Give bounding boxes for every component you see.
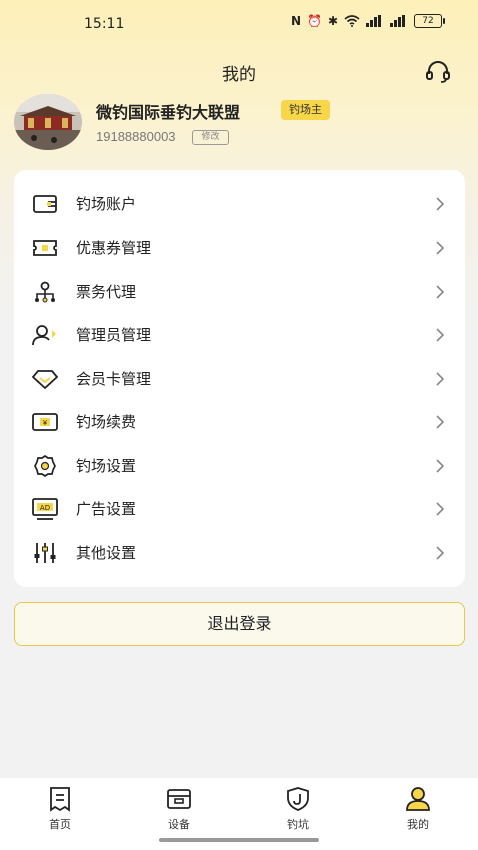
- menu-item-membership[interactable]: 会员卡管理: [14, 357, 465, 400]
- chevron-right-icon: [436, 501, 445, 516]
- profile-name: 微钓国际垂钓大联盟: [96, 103, 241, 122]
- profile-icon: [406, 787, 430, 811]
- avatar[interactable]: [14, 94, 82, 150]
- status-icons: N ⏰ ✱ 72: [290, 14, 445, 28]
- menu-item-label: 管理员管理: [76, 326, 152, 344]
- menu-item-account[interactable]: 钓场账户: [14, 182, 465, 225]
- tab-label: 我的: [407, 818, 429, 831]
- home-doc-icon: [50, 787, 70, 812]
- svg-text:¥: ¥: [43, 419, 48, 427]
- menu-item-label: 钓场设置: [76, 457, 137, 475]
- chevron-right-icon: [436, 414, 445, 429]
- avatar-image: [14, 94, 82, 150]
- menu-item-coupons[interactable]: 优惠券管理: [14, 226, 465, 269]
- settings-icon: [32, 453, 58, 479]
- chevron-right-icon: [436, 240, 445, 255]
- signal-icon: [366, 15, 381, 27]
- yen-bill-icon: ¥: [32, 409, 58, 435]
- menu-item-label: 会员卡管理: [76, 370, 152, 388]
- menu-item-label: 票务代理: [76, 283, 137, 301]
- menu-item-renewal[interactable]: ¥ 钓场续费: [14, 400, 465, 443]
- battery-icon: 72: [414, 14, 445, 28]
- svg-text:AD: AD: [40, 504, 50, 512]
- home-indicator: [159, 838, 319, 842]
- tab-profile[interactable]: 我的: [378, 786, 458, 832]
- fishing-spot-icon: [287, 787, 309, 811]
- edit-phone-button[interactable]: 修改: [192, 130, 229, 145]
- page-title: 我的: [222, 65, 256, 85]
- menu-item-label: 钓场续费: [76, 413, 137, 431]
- chevron-right-icon: [436, 458, 445, 473]
- nfc-icon: N: [290, 14, 301, 28]
- wifi-icon: [344, 15, 360, 27]
- status-bar: 15:11 N ⏰ ✱ 72: [0, 0, 478, 48]
- chevron-right-icon: [436, 545, 445, 560]
- admin-user-icon: [32, 322, 58, 348]
- tab-fishing-spots[interactable]: 钓坑: [258, 786, 338, 832]
- chevron-right-icon: [436, 327, 445, 342]
- logout-button[interactable]: 退出登录: [14, 602, 465, 646]
- diamond-icon: [32, 366, 58, 392]
- menu-item-other-settings[interactable]: 其他设置: [14, 531, 465, 574]
- phone-number: 19188880003: [96, 129, 176, 144]
- tab-home[interactable]: 首页: [20, 786, 100, 832]
- menu-item-label: 优惠券管理: [76, 239, 152, 257]
- menu-item-ticket-agent[interactable]: 票务代理: [14, 270, 465, 313]
- menu-card: 钓场账户 优惠券管理 票务代理 管理员管理 会员卡管理 ¥ 钓场续费 钓场设置 …: [14, 170, 465, 587]
- status-time: 15:11: [84, 16, 125, 32]
- tab-label: 首页: [49, 818, 71, 831]
- wallet-icon: [32, 191, 58, 217]
- coupon-icon: [32, 235, 58, 261]
- ad-icon: AD: [32, 496, 58, 522]
- role-badge: 钓场主: [281, 100, 330, 120]
- menu-item-label: 广告设置: [76, 500, 137, 518]
- menu-item-label: 钓场账户: [76, 195, 137, 213]
- chevron-right-icon: [436, 196, 445, 211]
- headset-icon[interactable]: [424, 58, 452, 86]
- tab-label: 钓坑: [287, 818, 309, 831]
- alarm-icon: ⏰: [306, 14, 322, 28]
- bluetooth-icon: ✱: [327, 14, 338, 28]
- menu-item-site-settings[interactable]: 钓场设置: [14, 444, 465, 487]
- menu-item-admins[interactable]: 管理员管理: [14, 313, 465, 356]
- sliders-icon: [32, 540, 58, 566]
- tab-label: 设备: [168, 818, 190, 831]
- menu-item-label: 其他设置: [76, 544, 137, 562]
- chevron-right-icon: [436, 284, 445, 299]
- tab-devices[interactable]: 设备: [139, 786, 219, 832]
- menu-item-ad-settings[interactable]: AD 广告设置: [14, 487, 465, 530]
- org-chart-icon: [32, 279, 58, 305]
- chevron-right-icon: [436, 371, 445, 386]
- device-icon: [167, 789, 191, 809]
- signal-icon-2: [390, 15, 405, 27]
